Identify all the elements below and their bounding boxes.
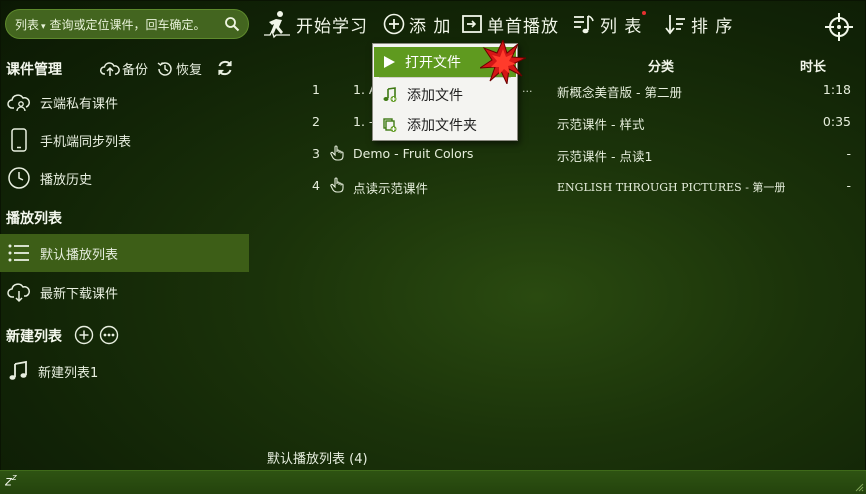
add-folder-icon <box>383 118 397 132</box>
sidebar-item-latest-downloads[interactable]: 最新下载课件 <box>0 274 249 310</box>
sidebar-item-history[interactable]: 播放历史 <box>0 160 249 196</box>
music-note-icon <box>9 360 27 380</box>
row-duration: 1:18 <box>822 82 851 97</box>
playlist-count-footer: 默认播放列表 (4) <box>267 452 368 467</box>
restore-button[interactable]: 恢复 <box>156 59 202 78</box>
add-button[interactable]: 添 加 <box>383 8 451 40</box>
list-icon <box>8 244 29 262</box>
cloud-user-icon <box>7 94 30 112</box>
start-learning-label: 开始学习 <box>296 16 368 37</box>
backup-label: 备份 <box>122 63 149 78</box>
refresh-icon[interactable] <box>216 59 234 77</box>
single-play-icon <box>462 15 482 33</box>
playlist-heading: 播放列表 <box>6 211 62 227</box>
music-list-icon <box>574 15 594 34</box>
search-icon[interactable] <box>224 16 240 32</box>
row-number: 4 <box>312 178 320 193</box>
column-header-category[interactable]: 分类 <box>648 56 674 75</box>
sort-label: 排 序 <box>691 16 734 37</box>
phone-icon <box>11 128 27 152</box>
row-number: 3 <box>312 146 320 161</box>
row-category: 新概念美音版 - 第二册 <box>557 85 682 100</box>
sidebar-item-label: 手机端同步列表 <box>40 134 132 150</box>
resize-grip-icon[interactable] <box>854 482 864 492</box>
row-duration: - <box>846 178 851 193</box>
add-file-icon <box>383 87 397 102</box>
row-category: ENGLISH THROUGH PICTURES - 第一册 <box>557 181 786 194</box>
menu-item-label: 添加文件 <box>407 88 463 104</box>
courseware-management-heading: 课件管理 <box>6 62 62 78</box>
sidebar-item-new-list-1[interactable]: 新建列表1 <box>0 353 249 389</box>
backup-button[interactable]: 备份 <box>100 59 148 78</box>
play-triangle-icon <box>384 56 395 68</box>
menu-item-add-folder[interactable]: 添加文件夹 <box>374 110 516 140</box>
sidebar-item-default-playlist[interactable]: 默认播放列表 <box>0 234 249 272</box>
list-label: 列 表 <box>600 16 643 37</box>
sidebar-item-label: 默认播放列表 <box>40 247 119 263</box>
pointing-hand-icon <box>330 177 344 196</box>
cloud-download-icon <box>7 283 30 303</box>
clock-icon <box>8 167 30 189</box>
row-title: 点读示范课件 <box>353 181 429 196</box>
start-learning-button[interactable]: 开始学习 <box>262 8 368 40</box>
restore-label: 恢复 <box>176 63 203 78</box>
row-category: 示范课件 - 点读1 <box>557 149 653 164</box>
new-list-heading: 新建列表 <box>6 329 62 345</box>
search-scope-dropdown[interactable]: 列表 ▾ <box>15 16 46 33</box>
sidebar: 课件管理 备份 恢复 云端私有课件 手机端同步列表 播放历史 播放列表 默认播放… <box>0 50 249 470</box>
row-number: 2 <box>312 114 320 129</box>
search-box[interactable]: 列表 ▾ 查询或定位课件，回车确定。 <box>5 9 249 39</box>
sleep-sup: z <box>11 473 17 483</box>
running-person-icon <box>264 11 290 39</box>
sidebar-item-cloud-private[interactable]: 云端私有课件 <box>0 84 249 120</box>
locate-crosshair-icon[interactable] <box>824 12 854 42</box>
search-scope-label: 列表 <box>15 17 40 32</box>
status-bar: zz <box>0 470 866 494</box>
row-duration: - <box>846 146 851 161</box>
add-label: 添 加 <box>409 16 452 37</box>
menu-item-label: 添加文件夹 <box>407 118 477 134</box>
row-number: 1 <box>312 82 320 97</box>
sidebar-item-label: 最新下载课件 <box>40 286 119 302</box>
notification-dot <box>642 11 646 15</box>
menu-item-add-file[interactable]: 添加文件 <box>374 80 516 110</box>
sort-button[interactable]: 排 序 <box>665 8 733 40</box>
single-play-button[interactable]: 单首播放 <box>461 8 559 40</box>
sleep-indicator[interactable]: zz <box>5 473 17 489</box>
row-title: 1. - <box>353 114 374 129</box>
table-row[interactable]: 2 1. - 示范课件 - 样式 0:35 <box>250 106 866 138</box>
list-button[interactable]: 列 表 <box>572 8 646 40</box>
row-duration: 0:35 <box>822 114 851 129</box>
plus-circle-icon <box>383 13 405 35</box>
sort-icon <box>665 15 685 35</box>
table-row[interactable]: 1 1. A ... 新概念美音版 - 第二册 1:18 <box>250 74 866 106</box>
sidebar-item-label: 云端私有课件 <box>40 96 119 112</box>
table-row[interactable]: 4 点读示范课件 ENGLISH THROUGH PICTURES - 第一册 … <box>250 170 866 202</box>
cloud-upload-icon <box>100 61 120 76</box>
search-placeholder[interactable]: 查询或定位课件，回车确定。 <box>50 16 206 33</box>
sidebar-item-phone-sync[interactable]: 手机端同步列表 <box>0 122 249 158</box>
sidebar-item-label: 播放历史 <box>40 172 93 188</box>
single-play-label: 单首播放 <box>487 16 559 37</box>
sidebar-item-label: 新建列表1 <box>38 365 99 381</box>
row-category: 示范课件 - 样式 <box>557 117 645 132</box>
caret-down-icon: ▾ <box>41 21 46 32</box>
click-marker-starburst-icon <box>480 40 526 84</box>
more-options-icon[interactable] <box>99 325 119 345</box>
menu-item-label: 打开文件 <box>405 55 461 71</box>
add-list-plus-icon[interactable] <box>74 325 94 345</box>
row-title: Demo - Fruit Colors <box>353 146 474 161</box>
pointing-hand-icon <box>330 145 344 164</box>
restore-clock-icon <box>157 61 172 76</box>
table-row[interactable]: 3 Demo - Fruit Colors 示范课件 - 点读1 - <box>250 138 866 170</box>
column-header-duration[interactable]: 时长 <box>800 56 826 75</box>
